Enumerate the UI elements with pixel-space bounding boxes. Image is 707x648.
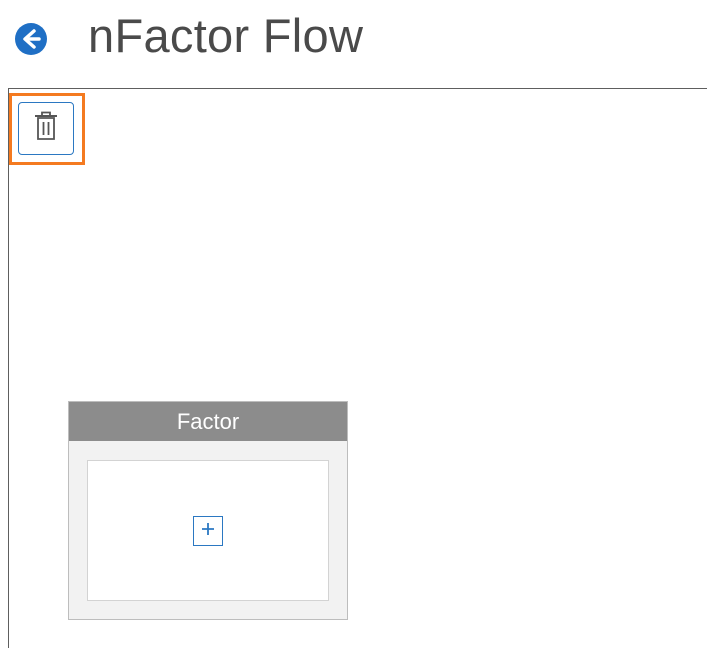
trash-icon [31, 110, 61, 147]
factor-node-body [87, 460, 329, 601]
factor-node[interactable]: Factor [68, 401, 348, 620]
factor-node-title: Factor [69, 402, 347, 441]
back-arrow-icon[interactable] [14, 22, 48, 56]
page-header: nFactor Flow [0, 0, 707, 80]
page-title: nFactor Flow [88, 9, 364, 62]
delete-button[interactable] [18, 102, 74, 155]
plus-icon [200, 521, 216, 542]
add-factor-button[interactable] [193, 516, 223, 546]
